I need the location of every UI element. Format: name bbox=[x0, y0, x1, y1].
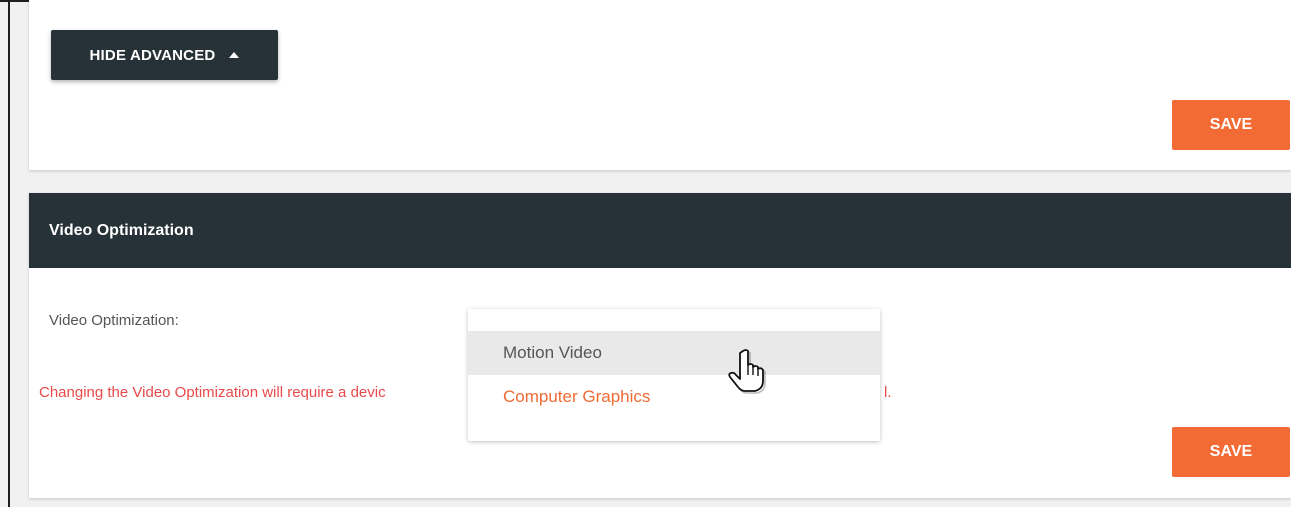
video-optimization-title: Video Optimization bbox=[49, 221, 194, 239]
restart-warning-text-end: l. bbox=[884, 384, 892, 401]
video-optimization-save-button[interactable]: SAVE bbox=[1172, 427, 1290, 477]
caret-up-icon bbox=[229, 52, 240, 58]
advanced-save-button[interactable]: SAVE bbox=[1172, 100, 1290, 150]
option-computer-graphics[interactable]: Computer Graphics bbox=[468, 375, 880, 419]
video-optimization-save-label: SAVE bbox=[1209, 443, 1253, 460]
video-optimization-field-label: Video Optimization: bbox=[49, 312, 179, 329]
option-motion-video[interactable]: Motion Video bbox=[468, 331, 880, 375]
video-optimization-header: Video Optimization bbox=[29, 193, 1291, 268]
advanced-save-label: SAVE bbox=[1209, 116, 1253, 133]
video-optimization-card: Video Optimization Video Optimization: C… bbox=[29, 193, 1291, 498]
option-computer-graphics-label: Computer Graphics bbox=[503, 387, 651, 406]
video-optimization-dropdown[interactable]: Motion Video Computer Graphics bbox=[468, 309, 880, 441]
advanced-settings-card: HIDE ADVANCED SAVE bbox=[29, 0, 1291, 170]
hand-pointer-cursor-icon bbox=[728, 349, 766, 394]
hide-advanced-label: HIDE ADVANCED bbox=[89, 46, 216, 64]
screenshot-border-left bbox=[8, 0, 10, 507]
restart-warning-text: Changing the Video Optimization will req… bbox=[39, 384, 386, 401]
option-motion-video-label: Motion Video bbox=[503, 343, 602, 362]
hide-advanced-button[interactable]: HIDE ADVANCED bbox=[51, 30, 278, 80]
